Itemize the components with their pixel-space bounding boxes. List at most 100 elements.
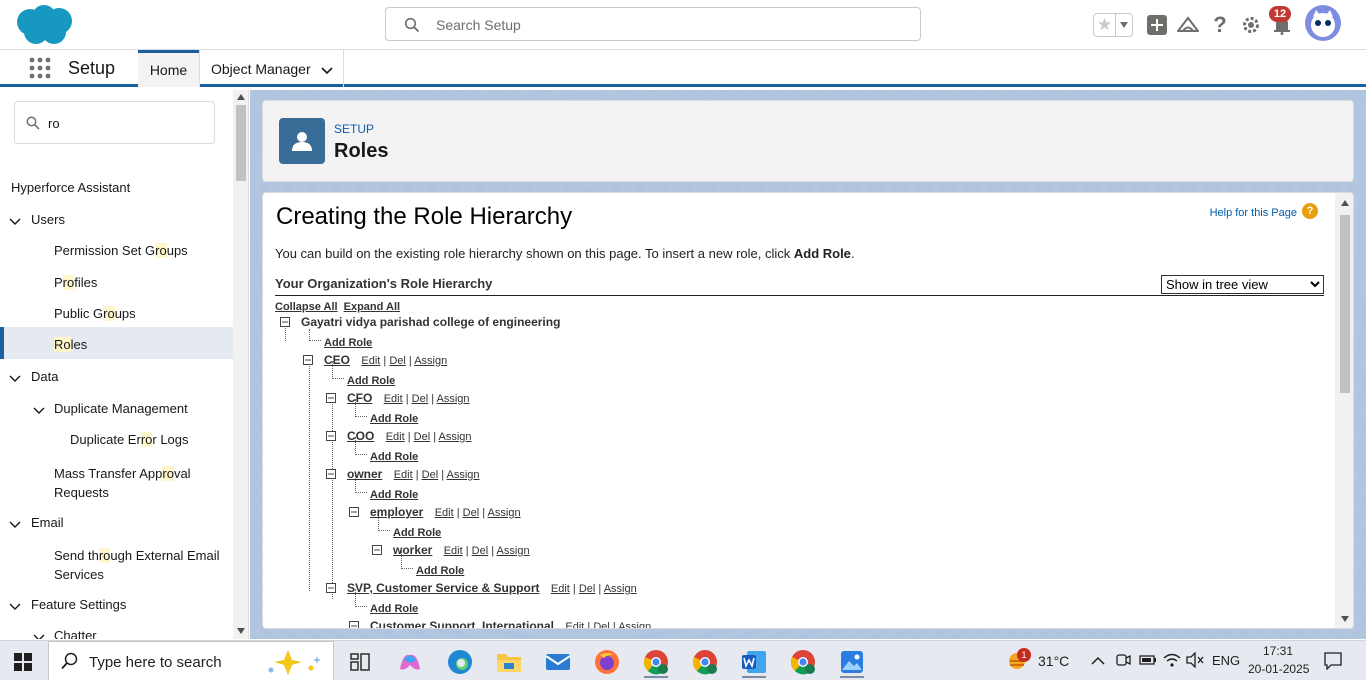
chevron-down-icon[interactable] <box>33 405 45 417</box>
del-link[interactable]: Del <box>579 583 596 595</box>
language-indicator[interactable]: ENG <box>1212 653 1240 668</box>
sidebar-item-mass-transfer-approval-requests[interactable]: Mass Transfer Approval Requests <box>54 464 224 502</box>
add-role-label[interactable]: Add Role <box>370 413 418 425</box>
collapse-icon[interactable] <box>280 316 290 327</box>
edit-link[interactable]: Edit <box>435 507 454 519</box>
add-role-link[interactable]: Add Role <box>324 335 372 349</box>
add-role-link[interactable]: Add Role <box>347 373 395 387</box>
sidebar-item-duplicate-management[interactable]: Duplicate Management <box>0 401 233 421</box>
sidebar-item-public-groups[interactable]: Public Groups <box>54 306 234 321</box>
edge-browser-icon[interactable] <box>440 645 480 678</box>
sidebar-scroll-thumb[interactable] <box>236 105 246 181</box>
view-mode-select[interactable]: Show in tree view <box>1161 275 1324 294</box>
add-role-link[interactable]: Add Role <box>370 601 418 615</box>
assign-link[interactable]: Assign <box>439 431 472 443</box>
assign-link[interactable]: Assign <box>488 507 521 519</box>
notifications-icon[interactable] <box>1324 652 1342 673</box>
help-icon[interactable]: ? <box>1302 203 1318 219</box>
mail-icon[interactable] <box>538 645 578 678</box>
sidebar-item-permission-set-groups[interactable]: Permission Set Groups <box>54 243 234 258</box>
chevron-down-icon[interactable] <box>1116 14 1132 36</box>
taskbar-search-box[interactable]: Type here to search <box>48 641 334 680</box>
sidebar-item-users[interactable]: Users <box>0 212 233 232</box>
del-link[interactable]: Del <box>593 621 610 628</box>
app-launcher-icon[interactable] <box>29 57 51 79</box>
global-search-input[interactable] <box>436 14 896 36</box>
add-role-label[interactable]: Add Role <box>370 603 418 615</box>
clock-date[interactable]: 20-01-2025 <box>1248 662 1309 676</box>
tab-home[interactable]: Home <box>138 50 199 87</box>
page-eyebrow[interactable]: SETUP <box>334 122 374 136</box>
collapse-icon[interactable] <box>326 430 336 441</box>
sidebar-item-data[interactable]: Data <box>0 369 233 389</box>
copilot-icon[interactable] <box>390 645 430 678</box>
assign-link[interactable]: Assign <box>414 355 447 367</box>
role-name[interactable]: owner <box>347 467 382 481</box>
role-name[interactable]: worker <box>393 543 432 557</box>
add-role-label[interactable]: Add Role <box>370 489 418 501</box>
quick-find-box[interactable] <box>14 101 215 144</box>
photos-icon[interactable] <box>832 645 872 678</box>
role-name[interactable]: SVP, Customer Service & Support <box>347 581 540 595</box>
role-name[interactable]: CFO <box>347 391 372 405</box>
add-role-link[interactable]: Add Role <box>370 487 418 501</box>
volume-muted-icon[interactable] <box>1186 651 1204 671</box>
chevron-down-icon[interactable] <box>9 519 21 531</box>
role-name[interactable]: employer <box>370 505 423 519</box>
meet-icon[interactable] <box>1115 652 1131 671</box>
chrome-icon[interactable] <box>636 645 676 678</box>
chrome-profile-icon[interactable] <box>783 645 823 678</box>
chevron-down-icon[interactable] <box>9 601 21 613</box>
del-link[interactable]: Del <box>389 355 406 367</box>
role-name[interactable]: COO <box>347 429 374 443</box>
clock-time[interactable]: 17:31 <box>1263 644 1293 658</box>
tab-object-manager[interactable]: Object Manager <box>199 50 344 87</box>
add-role-label[interactable]: Add Role <box>370 451 418 463</box>
edit-link[interactable]: Edit <box>384 393 403 405</box>
chevron-up-icon[interactable] <box>1091 654 1105 669</box>
collapse-icon[interactable] <box>349 620 359 628</box>
firefox-icon[interactable] <box>587 645 627 678</box>
collapse-icon[interactable] <box>326 468 336 479</box>
del-link[interactable]: Del <box>412 393 429 405</box>
scroll-down-icon[interactable] <box>237 628 245 634</box>
sidebar-item-duplicate-error-logs[interactable]: Duplicate Error Logs <box>70 432 230 447</box>
content-scrollbar[interactable] <box>1335 193 1353 628</box>
add-role-label[interactable]: Add Role <box>416 565 464 577</box>
add-role-link[interactable]: Add Role <box>370 449 418 463</box>
word-icon[interactable] <box>734 645 774 678</box>
add-role-label[interactable]: Add Role <box>347 375 395 387</box>
weather-temperature[interactable]: 31°C <box>1038 653 1069 669</box>
battery-icon[interactable] <box>1139 654 1157 669</box>
del-link[interactable]: Del <box>472 545 489 557</box>
sidebar-item-profiles[interactable]: Profiles <box>54 275 234 290</box>
collapse-icon[interactable] <box>326 582 336 593</box>
role-name[interactable]: Customer Support, International <box>370 619 554 628</box>
sidebar-item-feature-settings[interactable]: Feature Settings <box>0 597 233 617</box>
del-link[interactable]: Del <box>463 507 480 519</box>
scroll-down-icon[interactable] <box>1341 616 1349 622</box>
gear-icon[interactable] <box>1239 13 1263 37</box>
assign-link[interactable]: Assign <box>618 621 651 628</box>
collapse-icon[interactable] <box>326 392 336 403</box>
collapse-icon[interactable] <box>372 544 382 555</box>
scroll-up-icon[interactable] <box>237 94 245 100</box>
content-scroll-thumb[interactable] <box>1340 215 1350 393</box>
edit-link[interactable]: Edit <box>565 621 584 628</box>
file-explorer-icon[interactable] <box>489 645 529 678</box>
collapse-icon[interactable] <box>303 354 313 365</box>
chevron-down-icon[interactable] <box>33 632 45 639</box>
chevron-down-icon[interactable] <box>9 373 21 385</box>
add-role-link[interactable]: Add Role <box>416 563 464 577</box>
chevron-down-icon[interactable] <box>321 62 333 78</box>
sidebar-item-chatter[interactable]: Chatter <box>0 628 233 639</box>
star-icon[interactable]: ★ <box>1094 14 1116 36</box>
sidebar-item-roles[interactable]: Roles <box>0 327 233 359</box>
avatar[interactable] <box>1305 5 1341 41</box>
add-icon[interactable] <box>1145 13 1169 37</box>
assign-link[interactable]: Assign <box>447 469 480 481</box>
chevron-down-icon[interactable] <box>9 216 21 228</box>
edit-link[interactable]: Edit <box>394 469 413 481</box>
sidebar-item-hyperforce-assistant[interactable]: Hyperforce Assistant <box>11 180 244 195</box>
assign-link[interactable]: Assign <box>437 393 470 405</box>
